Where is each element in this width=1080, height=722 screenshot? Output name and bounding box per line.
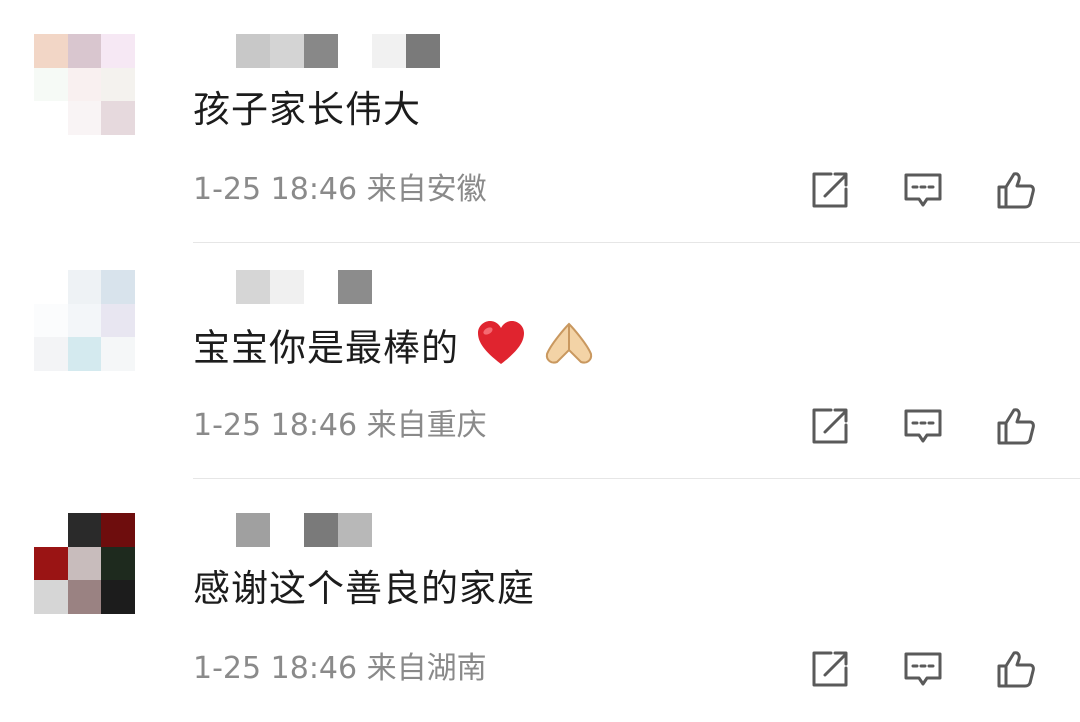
avatar-pixel <box>34 546 68 581</box>
avatar-pixel <box>34 67 68 102</box>
comment-icon <box>904 409 942 443</box>
avatar-pixel <box>34 101 68 135</box>
avatar-pixel <box>34 513 68 547</box>
comment-location: 来自安徽 <box>366 172 487 207</box>
username-pixel <box>338 34 372 68</box>
avatar-pixel <box>67 513 102 547</box>
comment-item: 孩子家长伟大 1-25 18:46 来自安徽 <box>0 0 1080 243</box>
username-blurred[interactable] <box>236 270 372 304</box>
comment-date: 1-25 <box>193 408 262 443</box>
comment-time: 18:46 <box>270 651 358 686</box>
comment-text: 宝宝你是最棒的 <box>193 320 595 380</box>
comment-item: 感谢这个善良的家庭 1-25 18:46 来自湖南 <box>0 479 1080 722</box>
share-icon <box>812 172 848 208</box>
avatar-pixel <box>101 337 135 371</box>
avatar-pixel <box>101 513 135 547</box>
username-blurred[interactable] <box>236 34 440 68</box>
avatar-pixel <box>67 34 102 68</box>
username-pixel <box>372 34 406 68</box>
avatar-pixel <box>34 34 68 68</box>
avatar[interactable] <box>34 513 135 614</box>
avatar-pixel <box>67 67 102 102</box>
share-button[interactable] <box>806 645 854 693</box>
reply-button[interactable] <box>899 645 947 693</box>
comment-location: 来自重庆 <box>366 408 487 443</box>
avatar-pixel <box>101 546 135 581</box>
share-button[interactable] <box>806 166 854 214</box>
username-pixel <box>338 513 372 547</box>
comment-actions <box>800 166 1050 214</box>
avatar[interactable] <box>34 34 135 135</box>
reply-button[interactable] <box>899 402 947 450</box>
comment-time: 18:46 <box>270 408 358 443</box>
username-pixel <box>270 270 304 304</box>
comment-meta: 1-25 18:46 来自安徽 <box>193 170 487 210</box>
like-button[interactable] <box>992 402 1040 450</box>
heart-emoji <box>476 320 526 380</box>
avatar-pixel <box>34 270 68 304</box>
avatar-pixel <box>67 580 102 614</box>
username-blurred[interactable] <box>236 513 372 547</box>
avatar-pixel <box>67 303 102 338</box>
share-button[interactable] <box>806 402 854 450</box>
thumbs-up-icon <box>997 651 1035 688</box>
comment-time: 18:46 <box>270 172 358 207</box>
username-pixel <box>270 513 304 547</box>
username-pixel <box>270 34 304 68</box>
like-button[interactable] <box>992 166 1040 214</box>
username-pixel <box>236 513 270 547</box>
avatar-pixel <box>101 303 135 338</box>
avatar-pixel <box>101 270 135 304</box>
avatar-pixel <box>67 337 102 371</box>
username-pixel <box>304 270 338 304</box>
avatar-pixel <box>101 67 135 102</box>
comment-date: 1-25 <box>193 651 262 686</box>
thumbs-up-icon <box>997 408 1035 445</box>
share-icon <box>812 408 848 444</box>
avatar-pixel <box>34 303 68 338</box>
avatar-pixel <box>67 546 102 581</box>
comment-icon <box>904 173 942 207</box>
comment-location: 来自湖南 <box>366 651 487 686</box>
thumbs-up-icon <box>997 172 1035 209</box>
comment-actions <box>800 645 1050 693</box>
username-pixel <box>406 34 440 68</box>
share-icon <box>812 651 848 687</box>
comment-actions <box>800 402 1050 450</box>
avatar-pixel <box>101 34 135 68</box>
avatar-pixel <box>101 101 135 135</box>
comment-item: 宝宝你是最棒的 1-25 18:46 来自重庆 <box>0 236 1080 479</box>
avatar[interactable] <box>34 270 135 371</box>
username-pixel <box>236 34 270 68</box>
comment-date: 1-25 <box>193 172 262 207</box>
avatar-pixel <box>101 580 135 614</box>
like-button[interactable] <box>992 645 1040 693</box>
username-pixel <box>304 34 338 68</box>
avatar-pixel <box>34 580 68 614</box>
comment-meta: 1-25 18:46 来自重庆 <box>193 406 487 446</box>
comment-text: 感谢这个善良的家庭 <box>193 567 535 610</box>
username-pixel <box>304 513 338 547</box>
comment-meta: 1-25 18:46 来自湖南 <box>193 649 487 689</box>
comment-text: 孩子家长伟大 <box>193 88 421 131</box>
comment-icon <box>904 652 942 686</box>
username-pixel <box>236 270 270 304</box>
avatar-pixel <box>34 337 68 371</box>
avatar-pixel <box>67 270 102 304</box>
pinched-hand-emoji <box>543 320 595 380</box>
avatar-pixel <box>67 101 102 135</box>
reply-button[interactable] <box>899 166 947 214</box>
username-pixel <box>338 270 372 304</box>
